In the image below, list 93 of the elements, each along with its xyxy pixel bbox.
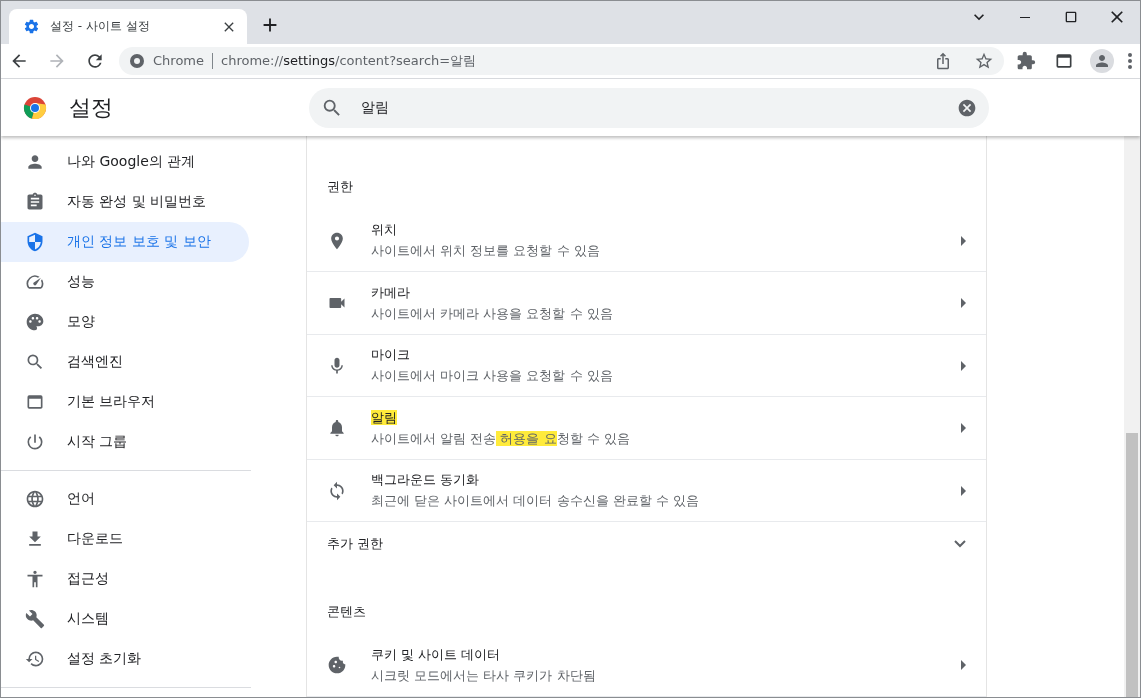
permission-row[interactable]: 쿠키 및 사이트 데이터 시크릿 모드에서는 타사 쿠키가 차단됨 bbox=[307, 634, 986, 697]
more-vertical-icon bbox=[1128, 53, 1132, 69]
permission-description: 최근에 닫은 사이트에서 데이터 송수신을 완료할 수 있음 bbox=[371, 492, 700, 511]
side-panel-button[interactable] bbox=[1054, 51, 1074, 71]
cookie-icon bbox=[327, 655, 347, 676]
bell-icon bbox=[327, 418, 347, 439]
settings-search-field[interactable]: 알림 bbox=[309, 87, 989, 128]
more-permissions-label: 추가 권한 bbox=[327, 535, 384, 554]
sidebar-item[interactable]: 기본 브라우저 bbox=[1, 382, 249, 422]
arrow-right-icon bbox=[961, 298, 966, 309]
permission-title: 백그라운드 동기화 bbox=[371, 471, 480, 490]
sidebar-item-label: 설정 초기화 bbox=[67, 650, 142, 668]
sidebar-item-label: 성능 bbox=[67, 273, 95, 291]
settings-title: 설정 bbox=[69, 93, 114, 122]
sidebar-item[interactable]: 자동 완성 및 비밀번호 bbox=[1, 182, 249, 222]
palette-icon bbox=[25, 312, 45, 332]
chrome-site-icon bbox=[129, 53, 145, 69]
sidebar-item-label: 자동 완성 및 비밀번호 bbox=[67, 193, 207, 211]
accessibility-icon bbox=[25, 569, 45, 589]
sidebar-item-label: 다운로드 bbox=[67, 530, 123, 548]
permission-title: 마이크 bbox=[371, 346, 410, 365]
minimize-icon bbox=[1020, 16, 1030, 18]
site-origin: Chrome bbox=[153, 53, 213, 69]
wrench-icon bbox=[25, 609, 45, 629]
sidebar-item[interactable]: 다운로드 bbox=[1, 519, 249, 559]
permission-title: 위치 bbox=[371, 221, 397, 240]
tab-title: 설정 - 사이트 설정 bbox=[50, 18, 151, 35]
url-text: chrome://settings/content?search=알림 bbox=[221, 52, 478, 70]
globe-icon bbox=[25, 489, 45, 509]
permission-row[interactable]: 카메라 사이트에서 카메라 사용을 요청할 수 있음 bbox=[307, 272, 986, 335]
chevron-down-icon bbox=[954, 540, 966, 549]
sidebar-item[interactable]: 성능 bbox=[1, 262, 249, 302]
reload-button[interactable] bbox=[85, 51, 105, 71]
sidebar-item-label: 모양 bbox=[67, 313, 95, 331]
permission-description: 시크릿 모드에서는 타사 쿠키가 차단됨 bbox=[371, 666, 597, 685]
scrollbar-thumb[interactable] bbox=[1126, 433, 1138, 697]
sidebar-item-label: 기본 브라우저 bbox=[67, 393, 156, 411]
sync-icon bbox=[327, 480, 347, 501]
gauge-icon bbox=[25, 272, 45, 292]
permission-description: 사이트에서 위치 정보를 요청할 수 있음 bbox=[371, 242, 601, 261]
permission-description: 사이트에서 마이크 사용을 요청할 수 있음 bbox=[371, 367, 614, 386]
clipboard-icon bbox=[25, 192, 45, 212]
sidebar-item-label: 검색엔진 bbox=[67, 353, 123, 371]
permission-row[interactable]: 위치 사이트에서 위치 정보를 요청할 수 있음 bbox=[307, 210, 986, 273]
permission-title: 쿠키 및 사이트 데이터 bbox=[371, 645, 501, 664]
arrow-right-icon bbox=[961, 423, 966, 434]
sidebar-item-label: 언어 bbox=[67, 490, 95, 508]
sidebar-item-label: 시작 그룹 bbox=[67, 433, 128, 451]
arrow-right-icon bbox=[961, 235, 966, 246]
search-icon bbox=[25, 352, 45, 372]
power-icon bbox=[25, 432, 45, 452]
extensions-button[interactable] bbox=[1016, 51, 1036, 71]
permission-row[interactable]: 알림 사이트에서 알림 전송 허용을 요청할 수 있음 bbox=[307, 397, 986, 460]
arrow-right-icon bbox=[961, 660, 966, 671]
restore-icon bbox=[25, 649, 45, 669]
sidebar-item[interactable]: 언어 bbox=[1, 479, 249, 519]
arrow-right-icon bbox=[961, 485, 966, 496]
sidebar-item[interactable]: 개인 정보 보호 및 보안 bbox=[1, 222, 249, 262]
sidebar-item-label: 시스템 bbox=[67, 610, 109, 628]
section-heading: 권한 bbox=[326, 178, 354, 196]
shield-icon bbox=[25, 232, 45, 252]
browser-window-icon bbox=[25, 392, 45, 412]
sidebar-item-label: 나와 Google의 관계 bbox=[67, 153, 196, 171]
sidebar-item[interactable]: 모양 bbox=[1, 302, 249, 342]
sidebar-item[interactable]: 시스템 bbox=[1, 599, 249, 639]
permission-description: 사이트에서 카메라 사용을 요청할 수 있음 bbox=[371, 304, 614, 323]
arrow-right-icon bbox=[961, 360, 966, 371]
permission-title: 카메라 bbox=[371, 283, 410, 302]
scrollbar[interactable] bbox=[1124, 136, 1140, 697]
bookmark-star-button[interactable] bbox=[974, 51, 994, 71]
permission-row[interactable]: 백그라운드 동기화 최근에 닫은 사이트에서 데이터 송수신을 완료할 수 있음 bbox=[307, 459, 986, 523]
sidebar-item[interactable]: 시작 그룹 bbox=[1, 422, 249, 462]
permission-description: 사이트에서 알림 전송 허용을 요청할 수 있음 bbox=[371, 429, 631, 448]
browser-tab[interactable]: 설정 - 사이트 설정 bbox=[9, 9, 247, 44]
profile-avatar[interactable] bbox=[1090, 49, 1114, 73]
section-heading: 콘텐츠 bbox=[326, 602, 367, 621]
address-bar[interactable]: Chrome chrome://settings/content?search=알림 bbox=[119, 47, 1004, 75]
sidebar-item-label: 접근성 bbox=[67, 570, 109, 588]
sidebar-item[interactable]: 검색엔진 bbox=[1, 342, 249, 382]
share-button[interactable] bbox=[934, 52, 952, 70]
search-input[interactable]: 알림 bbox=[359, 98, 941, 117]
sidebar-item[interactable]: 접근성 bbox=[1, 559, 249, 599]
more-permissions-row[interactable]: 추가 권한 bbox=[307, 522, 986, 567]
menu-button[interactable] bbox=[1128, 53, 1132, 69]
sidebar-item[interactable]: 나와 Google의 관계 bbox=[1, 142, 249, 182]
maximize-icon bbox=[1063, 9, 1079, 25]
permission-row[interactable]: 마이크 사이트에서 마이크 사용을 요청할 수 있음 bbox=[307, 334, 986, 398]
chrome-logo-icon bbox=[23, 95, 47, 120]
sidebar-item[interactable]: 설정 초기화 bbox=[1, 639, 249, 679]
permission-title: 알림 bbox=[371, 408, 397, 427]
gear-icon bbox=[23, 18, 40, 35]
sidebar-item-label: 개인 정보 보호 및 보안 bbox=[67, 233, 211, 251]
clear-search-button[interactable] bbox=[957, 97, 977, 118]
